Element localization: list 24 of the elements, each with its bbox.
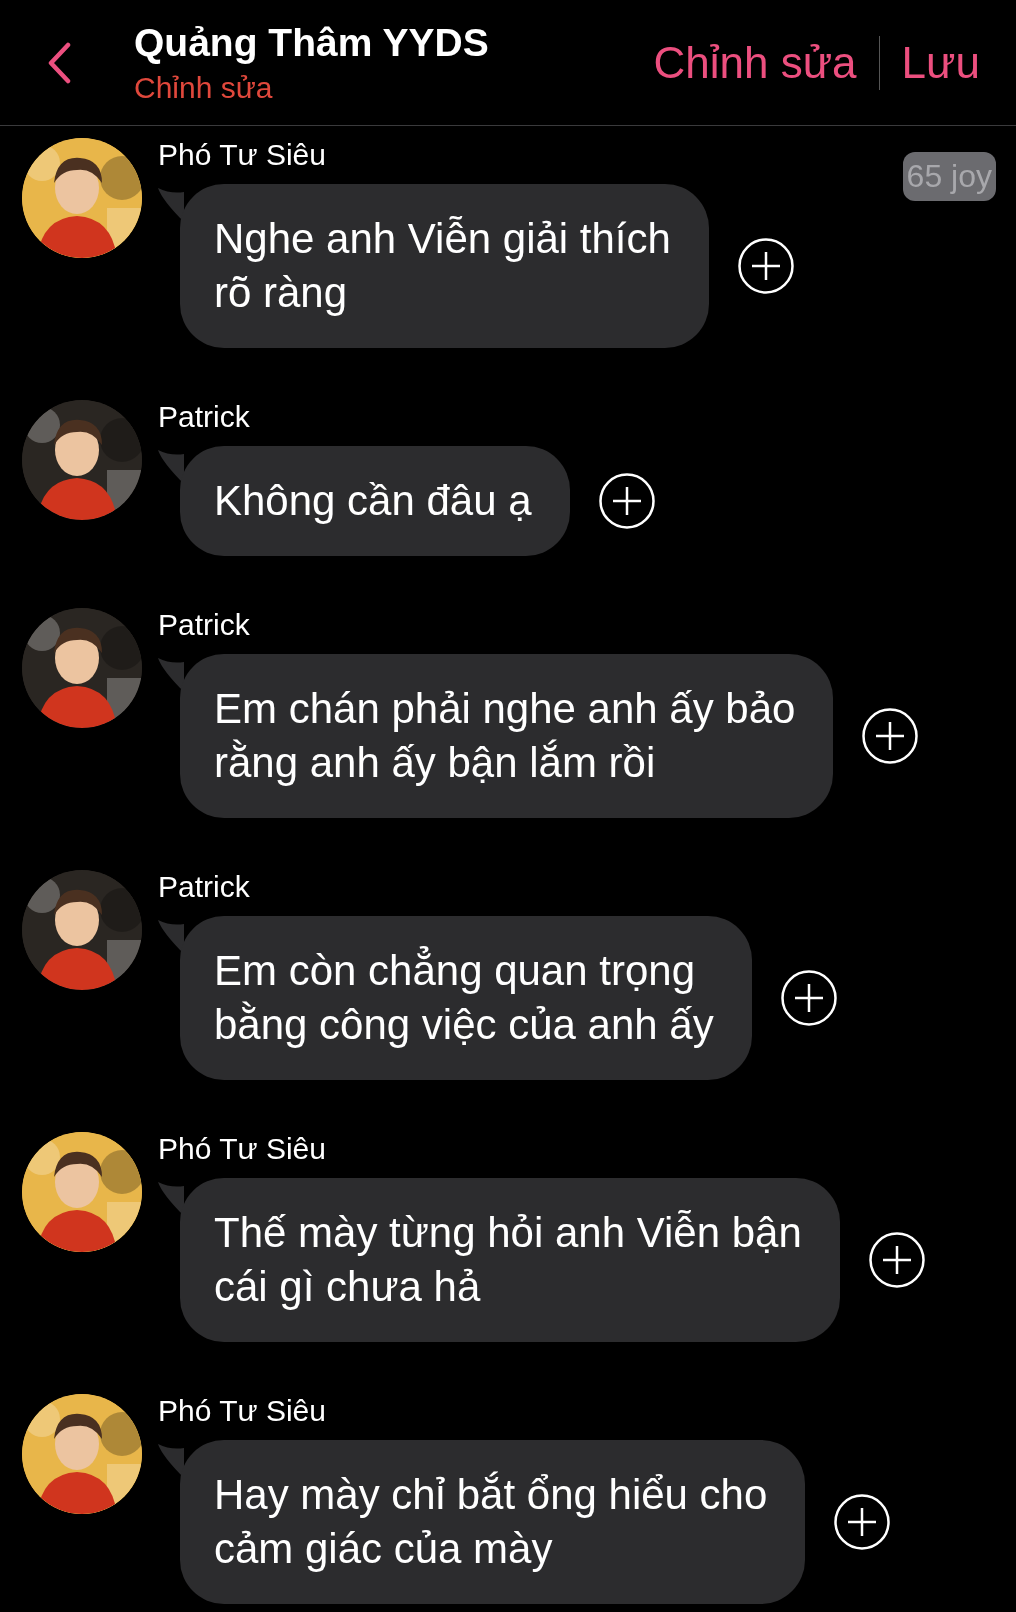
sender-name: Phó Tư Siêu bbox=[158, 138, 327, 172]
add-reaction-icon[interactable] bbox=[861, 707, 920, 765]
add-reaction-icon[interactable] bbox=[833, 1493, 892, 1551]
sender-name: Patrick bbox=[158, 400, 251, 434]
back-icon[interactable] bbox=[46, 41, 72, 84]
message-bubble: Em chán phải nghe anh ấy bảo rằng anh ấy bận lắm rồi bbox=[180, 654, 834, 818]
message-bubble: Thế mày từng hỏi anh Viễn bận cái gì chưa hả bbox=[180, 1178, 840, 1342]
add-reaction-icon[interactable] bbox=[867, 1231, 926, 1289]
reaction-badge: 65 joy bbox=[902, 152, 996, 201]
header-action[interactable]: Chỉnh sửa bbox=[653, 37, 857, 88]
add-reaction-icon[interactable] bbox=[736, 237, 795, 295]
add-reaction-icon[interactable] bbox=[597, 472, 656, 530]
message-bubble: Hay mày chỉ bắt ổng hiểu cho cảm giác của mày bbox=[180, 1440, 806, 1604]
sender-name: Patrick bbox=[158, 870, 251, 904]
add-reaction-icon[interactable] bbox=[779, 969, 838, 1027]
sender-name: Patrick bbox=[158, 608, 251, 642]
chat-subtitle: Chỉnh sửa bbox=[134, 70, 274, 105]
message-bubble: Nghe anh Viễn giải thích rõ ràng bbox=[180, 184, 709, 348]
message-bubble: Không cần đâu ạ bbox=[180, 446, 570, 556]
chat-title: Quảng Thâm YYDS bbox=[134, 20, 489, 65]
sender-name: Phó Tư Siêu bbox=[158, 1394, 327, 1428]
header-action[interactable]: Lưu bbox=[901, 37, 980, 88]
sender-name: Phó Tư Siêu bbox=[158, 1132, 327, 1166]
message-bubble: Em còn chẳng quan trọng bằng công việc của anh ấy bbox=[180, 916, 752, 1080]
